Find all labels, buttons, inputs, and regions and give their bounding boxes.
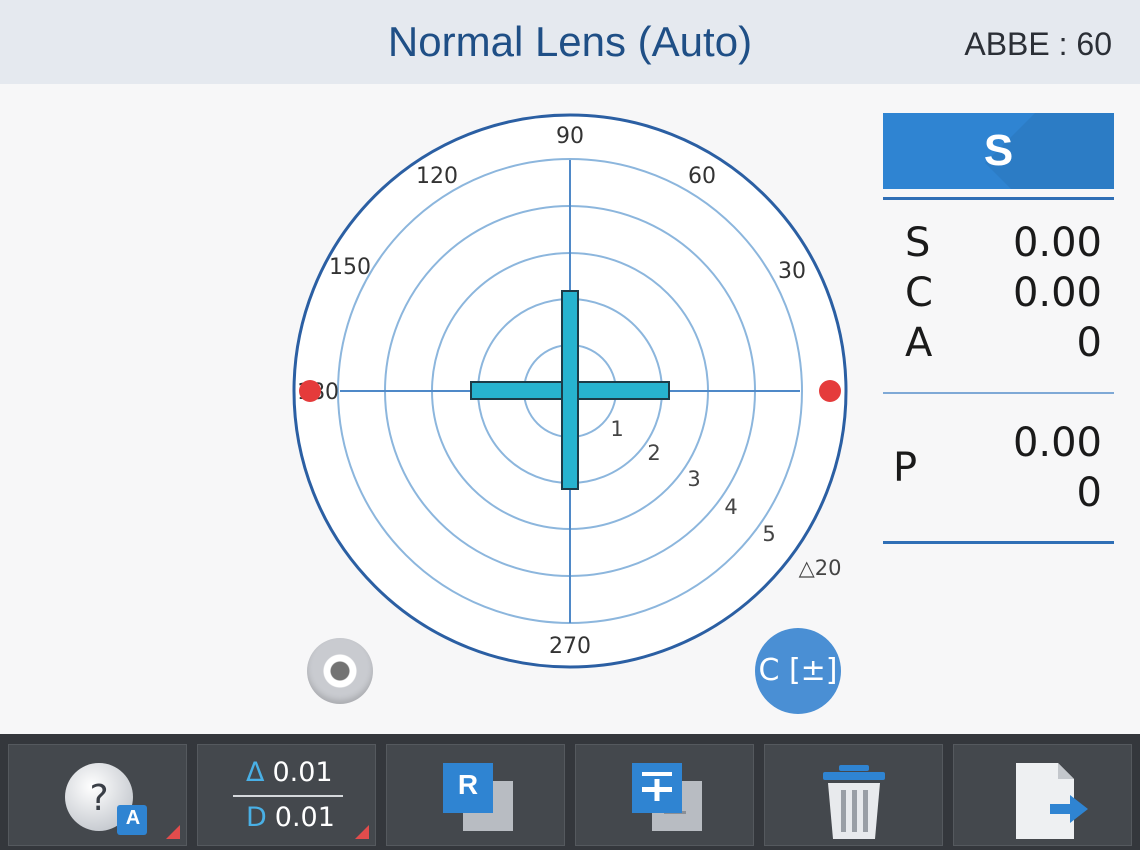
step-divider — [233, 795, 343, 797]
angle-label-150: 150 — [329, 255, 371, 280]
angle-label-30: 30 — [778, 259, 806, 284]
angle-label-90: 90 — [556, 124, 584, 149]
angle-label-120: 120 — [416, 164, 458, 189]
prism-value: 0.00 — [1012, 420, 1102, 466]
record-r-label: R — [457, 769, 479, 800]
c-value: 0.00 — [1012, 270, 1102, 316]
submenu-indicator-icon — [166, 825, 180, 839]
axis-marker-dot-left — [299, 380, 321, 402]
abbe-value: ABBE : 60 — [964, 26, 1112, 62]
cylinder-sign-button[interactable]: C [±] — [755, 628, 841, 714]
help-auto-button[interactable]: ? A — [8, 744, 187, 846]
export-button[interactable] — [953, 744, 1132, 846]
delete-button[interactable] — [764, 744, 943, 846]
prism-scale-label: △20 — [799, 556, 842, 580]
a-value: 0 — [1076, 320, 1102, 366]
page-title: Normal Lens (Auto) — [387, 18, 753, 65]
mode-s-label: S — [983, 126, 1014, 175]
auto-badge: A — [125, 807, 141, 829]
angle-label-270: 270 — [549, 634, 591, 659]
prism-step-symbol: Δ — [246, 757, 265, 788]
trash-icon — [823, 765, 885, 839]
panel-divider-bottom — [883, 541, 1114, 544]
s-value: 0.00 — [1012, 220, 1102, 266]
panel-divider-middle — [883, 392, 1114, 394]
add-measurement-button[interactable] — [575, 744, 754, 846]
c-label: C — [905, 270, 933, 316]
record-r-button[interactable]: R — [386, 744, 565, 846]
submenu-indicator-icon — [355, 825, 369, 839]
axis-marker-dot-right — [819, 380, 841, 402]
prism-angle: 0 — [1076, 470, 1102, 516]
step-values: Δ 0.01 D 0.01 — [198, 745, 375, 845]
help-icon: ? — [65, 763, 147, 835]
crosshair-vertical — [561, 290, 579, 490]
prism-label: P — [893, 445, 918, 491]
step-resolution-button[interactable]: Δ 0.01 D 0.01 — [197, 744, 376, 846]
panel-divider-top — [883, 197, 1114, 200]
add-record-icon — [632, 763, 702, 831]
ring-label-3: 3 — [687, 467, 700, 491]
svg-text:?: ? — [89, 778, 108, 819]
diopter-step-value: 0.01 — [274, 802, 335, 833]
ring-label-5: 5 — [762, 522, 775, 546]
angle-label-60: 60 — [688, 164, 716, 189]
prism-readout: 0.00 P 0 — [883, 420, 1114, 520]
mode-s-button[interactable]: S — [883, 113, 1114, 189]
prism-step-value: 0.01 — [272, 757, 333, 788]
ring-label-4: 4 — [724, 495, 737, 519]
ring-label-1: 1 — [610, 417, 623, 441]
diopter-step-symbol: D — [246, 802, 267, 833]
a-label: A — [905, 320, 933, 366]
bottom-toolbar: ? A Δ 0.01 D 0.01 R — [0, 734, 1140, 850]
s-label: S — [905, 220, 931, 266]
header-bar: Normal Lens (Auto) ABBE : 60 — [0, 0, 1140, 84]
sca-readout: S 0.00 C 0.00 A 0 — [883, 220, 1114, 370]
ring-label-2: 2 — [647, 441, 660, 465]
export-file-icon — [1016, 763, 1088, 839]
lens-detect-button[interactable] — [307, 638, 373, 704]
lensmeter-screen: Normal Lens (Auto) ABBE : 60 90 60 30 0 … — [0, 0, 1140, 850]
